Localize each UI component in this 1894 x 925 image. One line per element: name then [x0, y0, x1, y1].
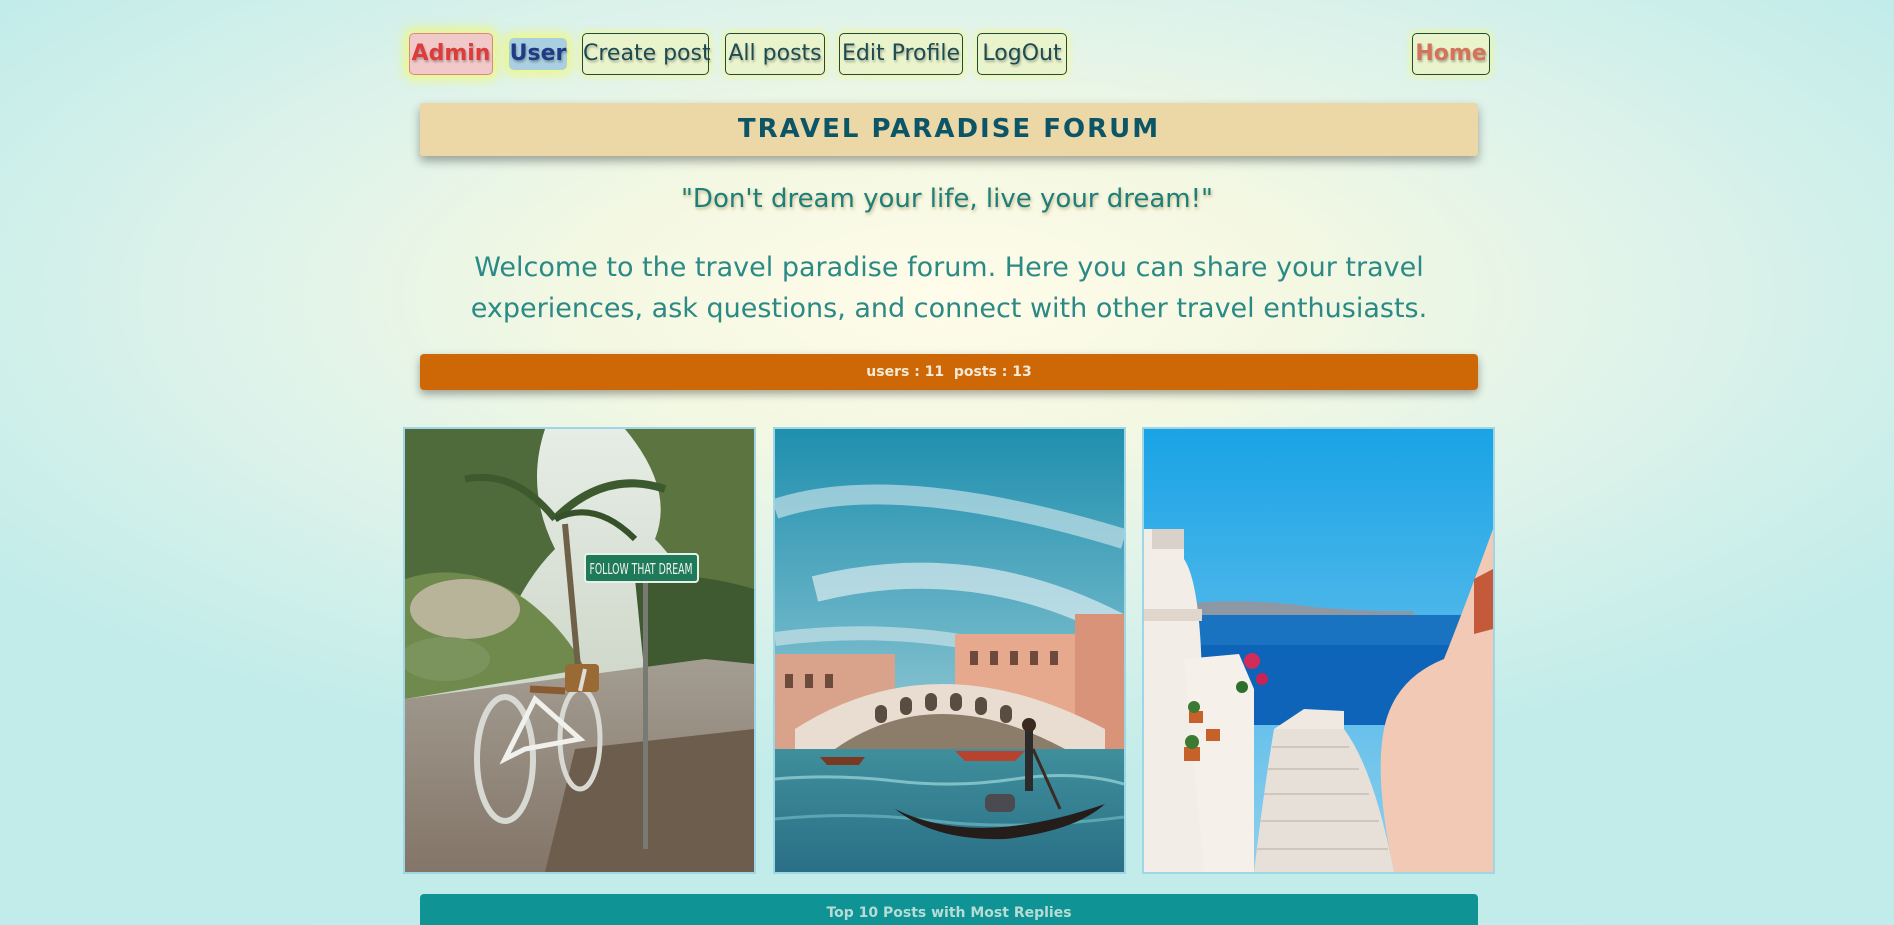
logout-button[interactable]: LogOut — [977, 33, 1067, 75]
page-title: TRAVEL PARADISE FORUM — [420, 103, 1478, 156]
edit-profile-button[interactable]: Edit Profile — [839, 33, 963, 75]
motto-text: "Don't dream your life, live your dream!… — [680, 184, 1214, 214]
photo-venice-gondola — [773, 427, 1126, 874]
photo-santorini-stairs — [1142, 427, 1495, 874]
create-post-button[interactable]: Create post — [582, 33, 711, 75]
welcome-text: Welcome to the travel paradise forum. He… — [470, 252, 1428, 324]
top-navigation: Admin User Create post All posts Edit Pr… — [0, 33, 1894, 77]
stats-bar: users : 11 posts : 13 — [420, 354, 1478, 390]
top-posts-section-header: Top 10 Posts with Most Replies — [420, 894, 1478, 925]
street-sign-text: FOLLOW THAT DREAM — [590, 560, 693, 578]
photo-bicycle-street: FOLLOW THAT DREAM — [403, 427, 756, 874]
user-button[interactable]: User — [509, 38, 567, 70]
all-posts-button[interactable]: All posts — [725, 33, 825, 75]
admin-button[interactable]: Admin — [409, 33, 493, 75]
home-button[interactable]: Home — [1412, 33, 1490, 75]
